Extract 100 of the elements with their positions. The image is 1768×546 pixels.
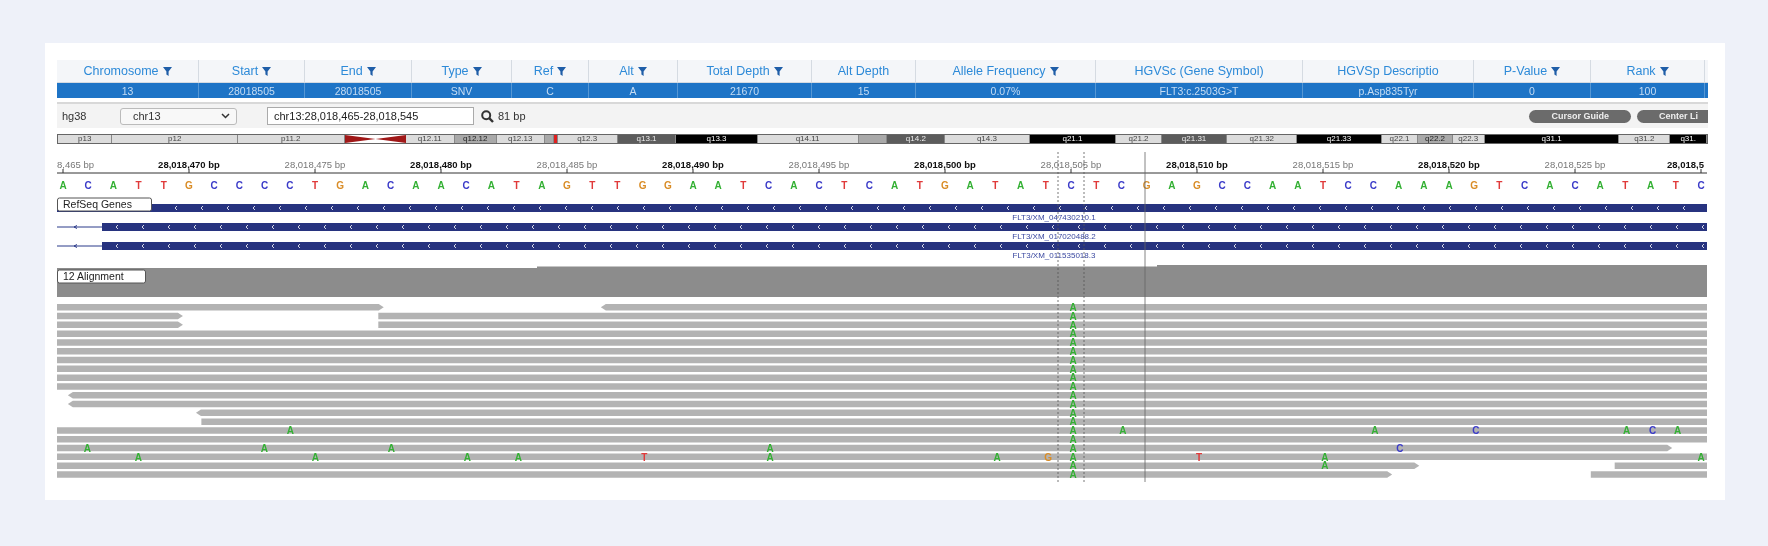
filter-icon[interactable] [262,66,272,76]
locus-field[interactable]: chr13:28,018,465-28,018,545 [267,107,474,125]
column-header[interactable]: Type [441,64,469,78]
filter-icon[interactable] [1551,66,1561,76]
mismatch-base: A [1069,416,1077,428]
column-header[interactable]: Alt Depth [837,64,890,78]
gene-bar[interactable] [57,242,1707,250]
sequence-read[interactable] [57,312,183,320]
cytoband[interactable]: q31. [1670,135,1707,143]
cytoband[interactable]: q14.2 [887,135,946,143]
cytoband[interactable]: q13.3 [676,135,758,143]
sequence-read[interactable] [57,462,1420,469]
table-cell: 0.07% [990,84,1021,97]
mismatch-base: A [1674,425,1682,437]
cytoband[interactable]: p13 [58,135,113,143]
sequence-read[interactable] [57,444,1673,452]
cytoband[interactable]: q22.3 [1452,135,1485,143]
chromosome-dropdown[interactable]: chr13 [120,107,237,125]
column-header[interactable]: Rank [1626,64,1656,78]
sequence-read[interactable] [57,427,1707,434]
sequence-read[interactable] [67,392,1707,399]
cytoband[interactable]: q21.2 [1116,135,1162,143]
base-letter: C [235,180,243,191]
ruler-label: 28,018,510 bp [1166,159,1228,170]
sequence-read[interactable] [57,374,1707,381]
band-label: q21.32 [1249,135,1275,143]
band-label: p11.2 [281,135,301,143]
sequence-read[interactable] [57,365,1707,373]
base-letter: G [663,180,672,191]
mismatch-base: A [1069,319,1077,331]
filter-icon[interactable] [1659,66,1669,76]
sequence-read[interactable] [57,453,1707,461]
toggle-button[interactable]: Cursor Guide [1529,109,1631,123]
column-header[interactable]: Total Depth [706,64,770,78]
mismatch-base: A [1069,398,1077,410]
cytoband[interactable]: q31.1 [1484,135,1620,143]
filter-icon[interactable] [557,66,567,76]
filter-icon[interactable] [773,66,783,76]
filter-icon[interactable] [366,66,376,76]
cytoband[interactable]: q12.11 [405,135,455,143]
column-header[interactable]: Start [231,64,259,78]
cytoband[interactable]: q21.33 [1297,135,1382,143]
sequence-read[interactable] [57,348,1707,355]
toggle-button[interactable]: Center Li [1637,109,1708,123]
search-icon[interactable] [481,109,494,123]
track-label[interactable]: 12 Alignment [57,269,146,284]
base-letter: A [1269,180,1277,191]
table-cell: 0 [1529,84,1535,97]
base-letter: C [1369,180,1377,191]
gene-bar[interactable] [57,223,1707,231]
table-cell: 15 [857,84,870,97]
sequence-read[interactable] [57,304,384,311]
sequence-read[interactable] [57,383,1707,390]
cytoband[interactable]: q22.1 [1381,135,1419,143]
table-row[interactable]: 13 28018505 28018505 SNV C A 21670 15 0.07% FLT3:c.2503G>T p.Asp835Tyr 0 100 [57,83,1708,98]
cytoband[interactable]: q12.3 [557,135,618,143]
mismatch-base: C [1396,442,1404,454]
track-label[interactable]: RefSeq Genes [57,197,152,212]
base-letter: T [1042,180,1049,191]
filter-icon[interactable] [472,66,482,76]
mismatch-base: A [766,442,774,454]
cytoband[interactable]: q12.13 [496,135,545,143]
sequence-read[interactable] [201,418,1707,425]
cytoband[interactable]: p12 [112,135,238,143]
cytoband[interactable]: q31.2 [1619,135,1671,143]
table-cell: SNV [450,84,473,97]
cytoband[interactable]: q14.11 [757,135,859,143]
filter-icon[interactable] [162,66,172,76]
genome-label: hg38 [62,110,88,122]
cytoband[interactable] [858,135,888,143]
cytoband[interactable]: q12.12 [454,135,497,143]
filter-icon[interactable] [637,66,647,76]
sequence-read[interactable] [1590,471,1707,478]
cytoband[interactable]: q21.1 [1029,135,1117,143]
base-letter: T [311,180,319,191]
cytoband[interactable] [544,135,555,143]
mismatch-base: A [1069,381,1077,393]
sequence-read[interactable] [1614,462,1707,469]
sequence-read[interactable] [57,330,1707,337]
cytoband[interactable]: q13.1 [617,135,677,143]
sequence-read[interactable] [57,471,1393,478]
sequence-read[interactable] [600,304,1707,311]
sequence-read[interactable] [378,321,1707,329]
cytoband[interactable]: q14.3 [945,135,1030,143]
sequence-read[interactable] [195,409,1707,417]
sequence-read[interactable] [57,356,1707,364]
base-letter: G [336,180,345,191]
cytoband[interactable]: q21.32 [1227,135,1298,143]
sequence-read[interactable] [67,400,1707,408]
mismatch-base: A [463,451,471,463]
base-letter: A [689,180,697,191]
filter-icon[interactable] [1049,66,1059,76]
sequence-read[interactable] [57,321,183,329]
sequence-read[interactable] [378,312,1707,320]
base-letter: A [1445,180,1453,191]
sequence-read[interactable] [57,339,1707,346]
cytoband[interactable]: q22.2 [1418,135,1453,143]
cytoband[interactable]: q21.31 [1161,135,1228,143]
sequence-read[interactable] [57,436,1707,443]
cytoband[interactable]: p11.2 [238,135,345,143]
